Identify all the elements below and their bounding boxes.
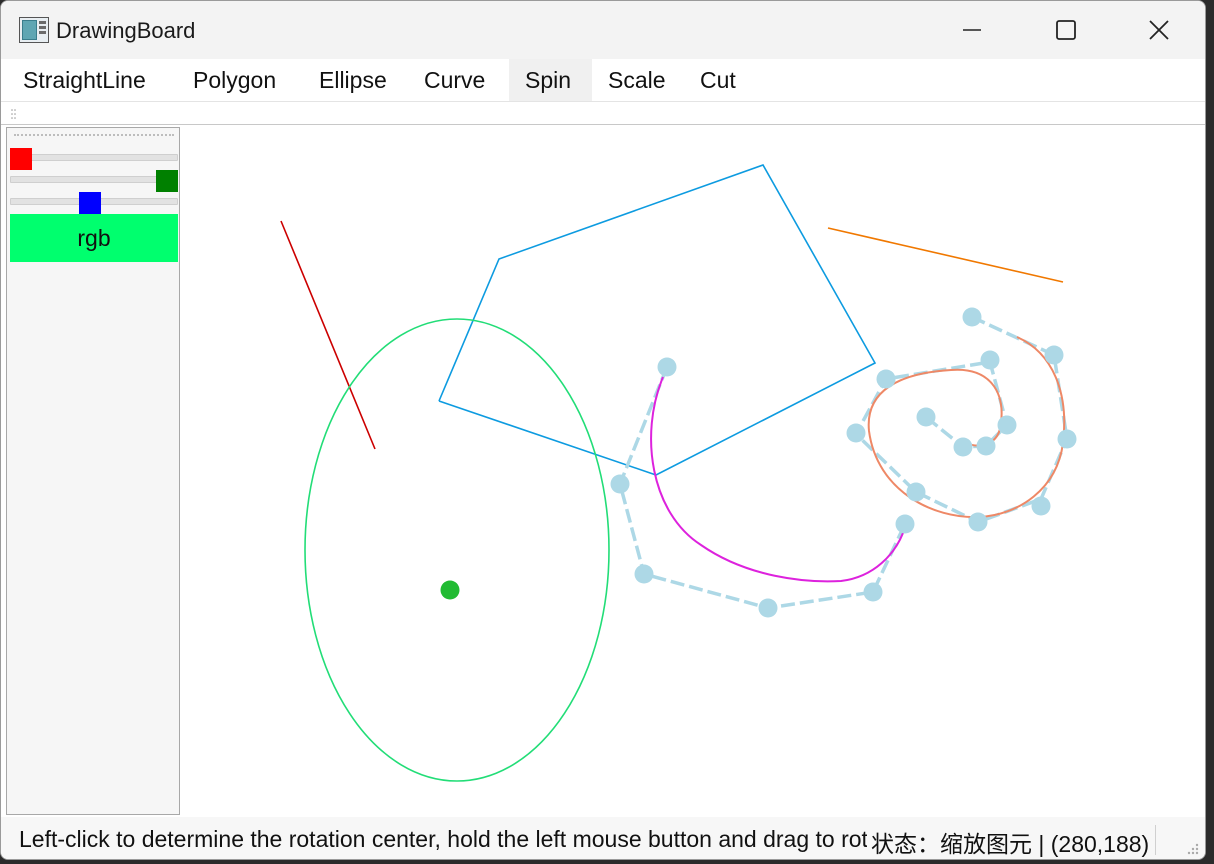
control-point[interactable]	[1031, 496, 1051, 516]
toolbar	[1, 101, 1205, 125]
green-slider-handle[interactable]	[156, 170, 178, 192]
canvas-surface[interactable]	[181, 125, 1206, 817]
dock-handle[interactable]	[14, 134, 174, 136]
control-point[interactable]	[1057, 429, 1077, 449]
menu-spin[interactable]: Spin	[509, 59, 592, 101]
maximize-icon	[1056, 20, 1076, 40]
menu-cut[interactable]: Cut	[685, 59, 751, 101]
maximize-button[interactable]	[1019, 1, 1113, 59]
status-message: Left-click to determine the rotation cen…	[19, 826, 869, 852]
close-button[interactable]	[1112, 1, 1205, 59]
control-point[interactable]	[657, 357, 677, 377]
control-point[interactable]	[997, 415, 1017, 435]
green-slider-track[interactable]	[10, 176, 178, 183]
drawing-board-app-icon	[19, 17, 49, 43]
control-point[interactable]	[876, 369, 896, 389]
status-bar: Left-click to determine the rotation cen…	[1, 817, 1205, 859]
spiral-curve-shape[interactable]	[867, 336, 1066, 519]
rotation-center-point[interactable]	[440, 580, 460, 600]
app-window: DrawingBoard StraightLine Polygon Ellips…	[0, 0, 1206, 860]
polygon-shape[interactable]	[438, 164, 877, 476]
control-point[interactable]	[846, 423, 866, 443]
rgb-button[interactable]: rgb	[10, 214, 178, 262]
straight-line-shape[interactable]	[280, 220, 376, 450]
minimize-button[interactable]	[925, 1, 1019, 59]
control-point[interactable]	[916, 407, 936, 427]
control-point[interactable]	[758, 598, 778, 618]
control-point[interactable]	[863, 582, 883, 602]
menu-bar: StraightLine Polygon Ellipse Curve Spin …	[1, 59, 1205, 101]
window-title: DrawingBoard	[56, 18, 196, 43]
resize-grip-icon[interactable]	[1185, 841, 1199, 855]
red-slider-handle[interactable]	[10, 148, 32, 170]
bezier-curve-shape[interactable]	[650, 376, 904, 583]
control-point[interactable]	[895, 514, 915, 534]
status-state: 状态：缩放图元 | (280,188)	[867, 825, 1157, 857]
menu-curve[interactable]: Curve	[409, 59, 500, 101]
control-point[interactable]	[980, 350, 1000, 370]
title-bar[interactable]: DrawingBoard	[1, 1, 1205, 59]
control-point[interactable]	[610, 474, 630, 494]
menu-straightline[interactable]: StraightLine	[8, 59, 161, 101]
control-point[interactable]	[976, 436, 996, 456]
close-icon	[1149, 20, 1169, 40]
toolbar-grip-icon[interactable]	[11, 109, 17, 119]
menu-polygon[interactable]: Polygon	[178, 59, 291, 101]
orange-line-shape[interactable]	[827, 227, 1064, 283]
control-point[interactable]	[906, 482, 926, 502]
red-slider-track[interactable]	[10, 154, 178, 161]
blue-slider-handle[interactable]	[78, 192, 101, 214]
control-point[interactable]	[968, 512, 988, 532]
menu-ellipse[interactable]: Ellipse	[304, 59, 402, 101]
drawing-canvas[interactable]	[181, 125, 1206, 817]
minimize-icon	[963, 29, 981, 31]
menu-scale[interactable]: Scale	[593, 59, 681, 101]
control-point[interactable]	[962, 307, 982, 327]
color-panel: rgb	[6, 127, 180, 815]
control-point[interactable]	[953, 437, 973, 457]
control-point[interactable]	[634, 564, 654, 584]
control-point[interactable]	[1044, 345, 1064, 365]
